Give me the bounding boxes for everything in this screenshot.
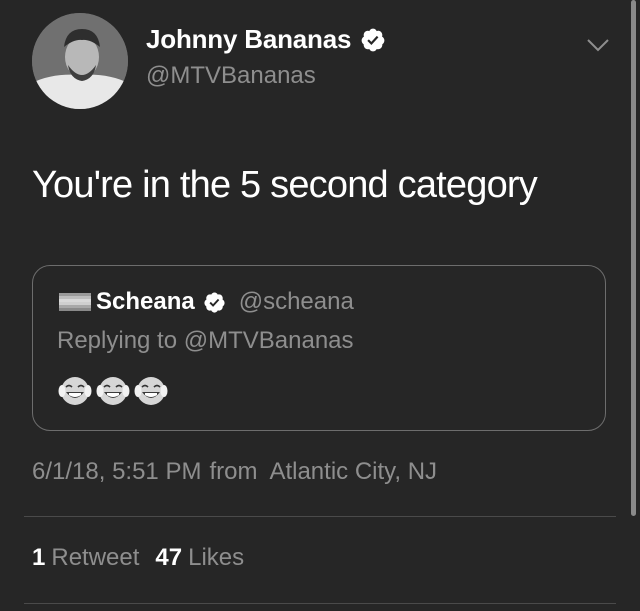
quoted-author-handle: @scheana (238, 288, 354, 315)
author-name[interactable]: Johnny Bananas (146, 24, 351, 55)
verified-badge-icon (360, 27, 386, 53)
author-row[interactable]: Johnny Bananas (146, 24, 386, 55)
scrollbar[interactable] (631, 0, 636, 516)
avatar[interactable] (32, 13, 128, 109)
flag-icon (59, 293, 91, 311)
tweet-text: You're in the 5 second category (32, 164, 538, 206)
tears-of-joy-emoji-icon (57, 373, 93, 409)
likes-label[interactable]: Likes (188, 544, 244, 572)
chevron-down-icon[interactable] (586, 36, 610, 54)
tears-of-joy-emoji-icon (133, 373, 169, 409)
divider (24, 603, 616, 604)
quoted-author-row: Scheana @scheana (59, 288, 354, 316)
quoted-author-name: Scheana (96, 288, 195, 315)
likes-count[interactable]: 47 (155, 544, 182, 572)
tweet-meta: 6/1/18, 5:51 PM from Atlantic City, NJ (32, 458, 437, 486)
tears-of-joy-emoji-icon (95, 373, 131, 409)
location-link[interactable]: Atlantic City, NJ (269, 458, 437, 486)
verified-badge-icon (203, 291, 226, 314)
divider (24, 516, 616, 517)
author-handle[interactable]: @MTVBananas (146, 62, 316, 90)
avatar-image (32, 13, 128, 109)
retweets-label[interactable]: Retweet (51, 544, 139, 572)
emoji-row (57, 373, 169, 409)
tweet-stats: 1 Retweet 47 Likes (32, 544, 244, 572)
retweets-count[interactable]: 1 (32, 544, 45, 572)
quoted-tweet-card[interactable]: Scheana @scheana Replying to @MTVBananas (32, 265, 606, 431)
from-label: from (209, 458, 258, 485)
replying-to-text: Replying to @MTVBananas (57, 327, 354, 354)
timestamp: 6/1/18, 5:51 PM (32, 458, 202, 485)
